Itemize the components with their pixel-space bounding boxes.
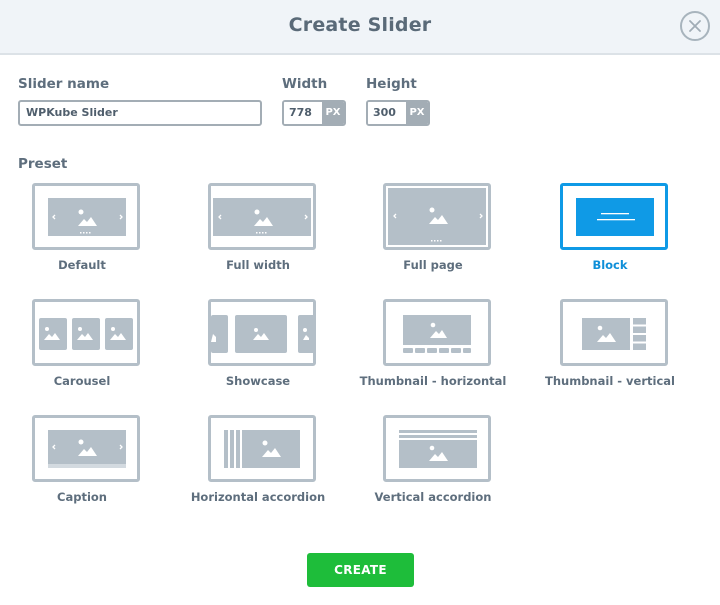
slider-vertical-accordion-icon bbox=[399, 430, 477, 468]
preset-thumbnail bbox=[560, 183, 668, 250]
preset-name: Horizontal accordion bbox=[190, 490, 326, 504]
slider-horizontal-accordion-icon bbox=[224, 430, 300, 468]
preset-name: Showcase bbox=[225, 374, 291, 388]
slider-thumbnail-vertical-icon bbox=[582, 318, 646, 350]
close-button[interactable] bbox=[680, 11, 710, 41]
preset-name: Full page bbox=[403, 258, 463, 272]
preset-full-width[interactable]: Full width bbox=[193, 183, 323, 285]
slider-name-input[interactable]: WPKube Slider bbox=[18, 100, 262, 126]
height-input[interactable]: 300 bbox=[368, 102, 406, 124]
slider-full-width-icon bbox=[213, 198, 311, 236]
preset-showcase[interactable]: Showcase bbox=[193, 299, 323, 401]
dialog-title: Create Slider bbox=[288, 14, 432, 36]
preset-name: Vertical accordion bbox=[374, 490, 492, 504]
height-field[interactable]: 300 PX bbox=[366, 100, 430, 126]
width-field[interactable]: 778 PX bbox=[282, 100, 346, 126]
preset-caption[interactable]: Caption bbox=[17, 415, 147, 517]
height-unit: PX bbox=[406, 102, 428, 124]
preset-thumbnail bbox=[560, 299, 668, 366]
preset-thumbnail bbox=[32, 183, 140, 250]
preset-block[interactable]: Block bbox=[545, 183, 675, 285]
slider-default-icon bbox=[48, 198, 126, 236]
preset-thumbnail bbox=[383, 299, 491, 366]
preset-thumbnail-vertical[interactable]: Thumbnail - vertical bbox=[545, 299, 675, 401]
slider-carousel-icon bbox=[39, 318, 133, 350]
preset-default[interactable]: Default bbox=[17, 183, 147, 285]
preset-name: Thumbnail - horizontal bbox=[359, 374, 507, 388]
preset-name: Carousel bbox=[53, 374, 111, 388]
close-icon bbox=[689, 20, 701, 32]
preset-full-page[interactable]: Full page bbox=[368, 183, 498, 285]
slider-caption-icon bbox=[48, 430, 126, 468]
preset-thumbnail bbox=[383, 183, 491, 250]
preset-name: Block bbox=[592, 258, 628, 272]
preset-thumbnail bbox=[208, 299, 316, 366]
preset-thumbnail bbox=[208, 415, 316, 482]
dialog-header: Create Slider bbox=[0, 0, 720, 55]
slider-thumbnail-horizontal-icon bbox=[403, 315, 471, 353]
preset-thumbnail bbox=[32, 299, 140, 366]
slider-full-page-icon bbox=[388, 188, 486, 245]
slider-block-icon bbox=[576, 198, 654, 236]
preset-vertical-accordion[interactable]: Vertical accordion bbox=[368, 415, 498, 517]
width-unit: PX bbox=[322, 102, 344, 124]
slider-showcase-icon bbox=[211, 315, 313, 353]
preset-name: Caption bbox=[57, 490, 107, 504]
width-input[interactable]: 778 bbox=[284, 102, 322, 124]
slider-name-label: Slider name bbox=[18, 76, 110, 92]
preset-thumbnail bbox=[32, 415, 140, 482]
preset-name: Full width bbox=[226, 258, 290, 272]
width-label: Width bbox=[282, 76, 328, 92]
preset-thumbnail bbox=[383, 415, 491, 482]
preset-name: Thumbnail - vertical bbox=[545, 374, 675, 388]
preset-carousel[interactable]: Carousel bbox=[17, 299, 147, 401]
preset-thumbnail bbox=[208, 183, 316, 250]
preset-thumbnail-horizontal[interactable]: Thumbnail - horizontal bbox=[360, 299, 506, 401]
preset-name: Default bbox=[58, 258, 106, 272]
create-button[interactable]: CREATE bbox=[307, 553, 414, 587]
preset-label: Preset bbox=[18, 156, 68, 172]
preset-horizontal-accordion[interactable]: Horizontal accordion bbox=[191, 415, 325, 517]
height-label: Height bbox=[366, 76, 417, 92]
